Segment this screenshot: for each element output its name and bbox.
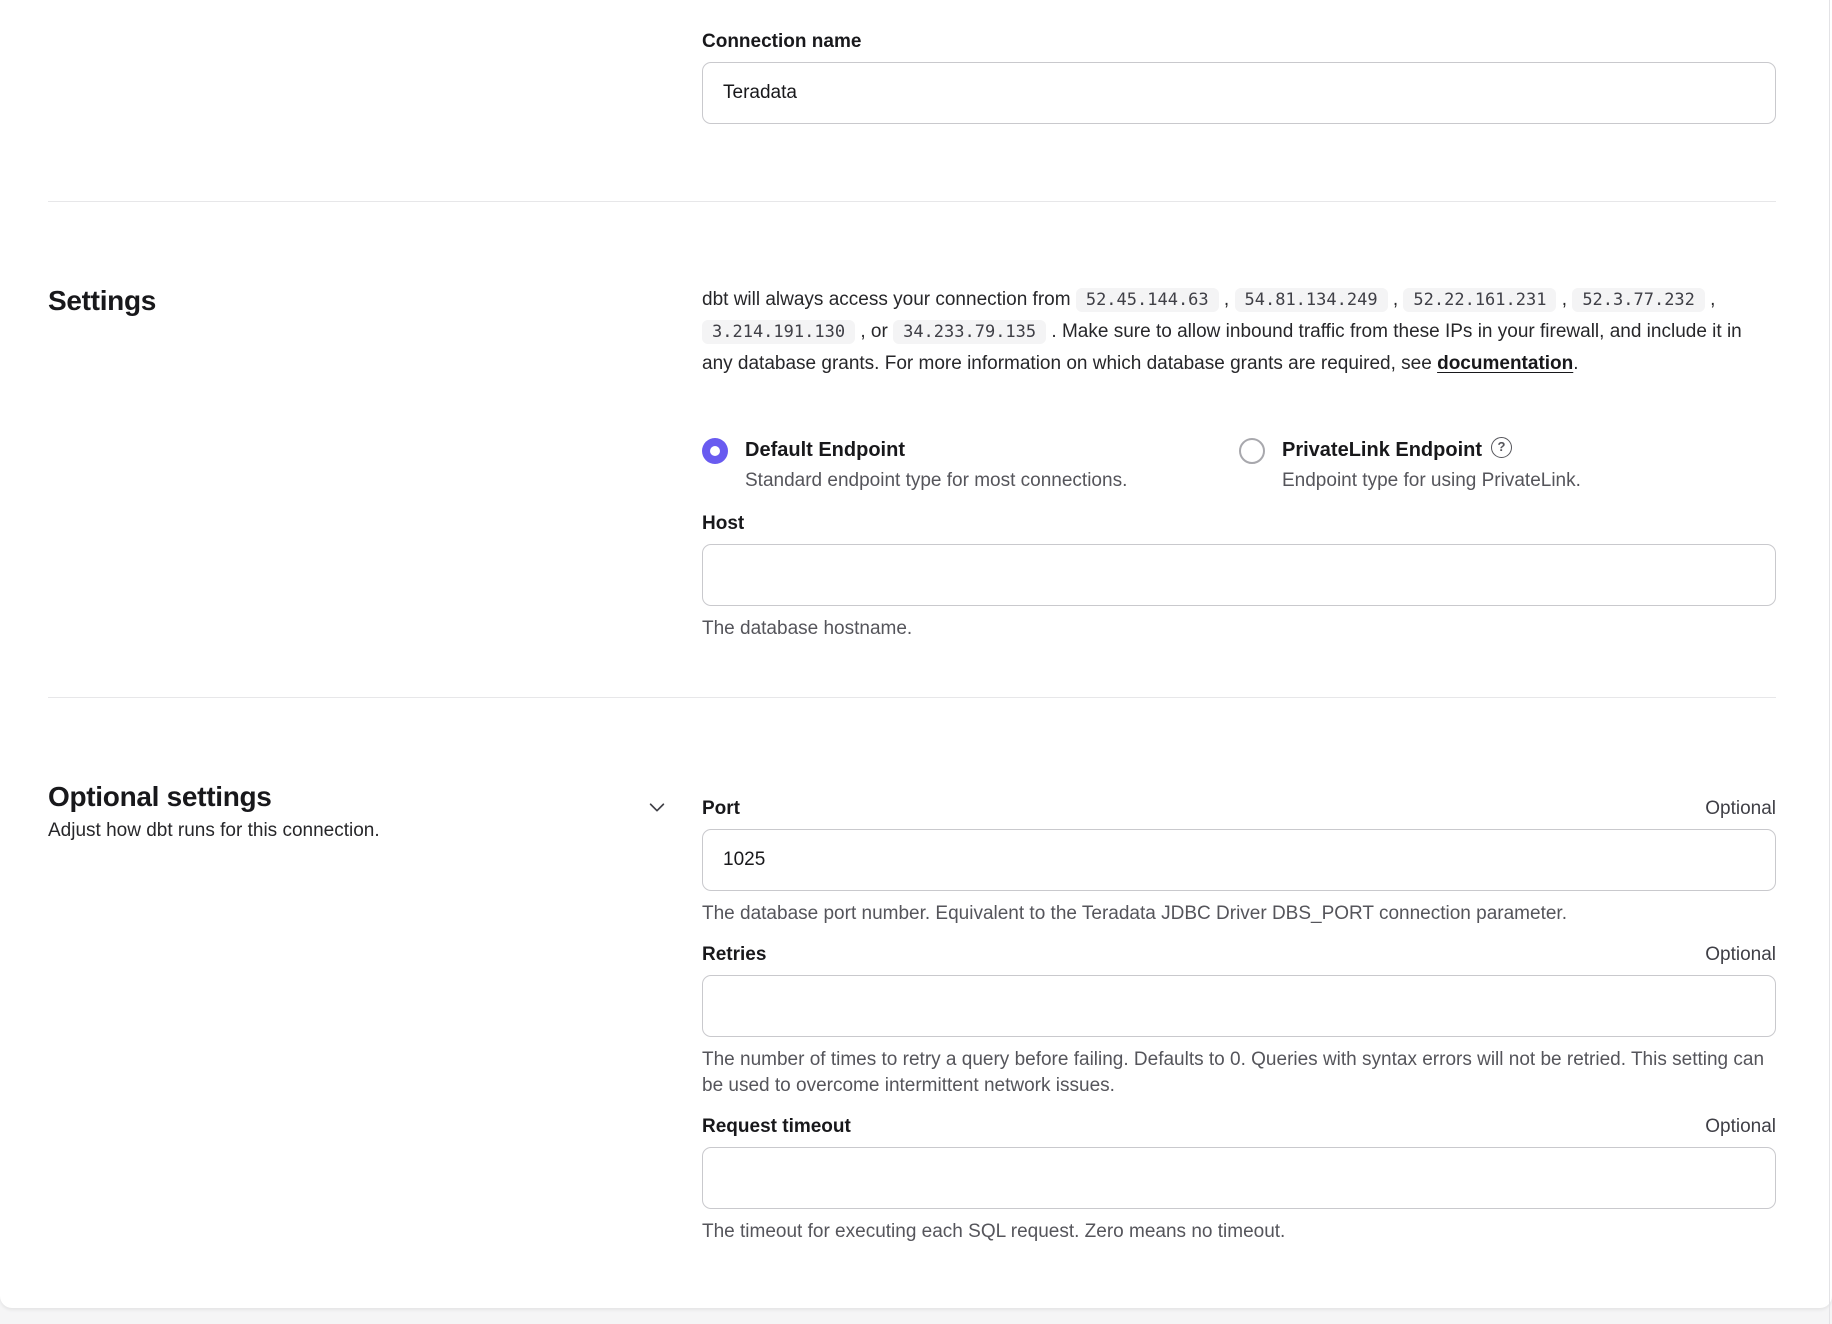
radio-default-endpoint[interactable]: Default Endpoint Standard endpoint type … (702, 437, 1239, 494)
port-optional-badge: Optional (1705, 798, 1776, 820)
request-timeout-help-text: The timeout for executing each SQL reque… (702, 1219, 1776, 1245)
ip-address-chip: 52.22.161.231 (1403, 288, 1556, 312)
port-field: Port Optional The database port number. … (702, 797, 1776, 927)
ip-address-chip: 54.81.134.249 (1235, 288, 1388, 312)
retries-field: Retries Optional The number of times to … (702, 943, 1776, 1099)
retries-label-row: Retries Optional (702, 943, 1776, 967)
retries-optional-badge: Optional (1705, 944, 1776, 966)
settings-form-col: dbt will always access your connection f… (702, 284, 1776, 642)
question-circle-icon[interactable]: ? (1491, 437, 1512, 458)
endpoint-radio-group: Default Endpoint Standard endpoint type … (702, 437, 1776, 494)
port-input[interactable] (702, 829, 1776, 891)
retries-input[interactable] (702, 975, 1776, 1037)
connection-name-field: Connection name (702, 30, 1776, 124)
radio-unselected-icon[interactable] (1239, 438, 1265, 464)
host-input[interactable] (702, 544, 1776, 606)
connection-name-section: Connection name (0, 0, 1832, 201)
radio-privatelink-endpoint[interactable]: PrivateLink Endpoint ? Endpoint type for… (1239, 437, 1776, 494)
host-field: Host The database hostname. (702, 512, 1776, 642)
ip-address-chip: 52.3.77.232 (1572, 288, 1705, 312)
optional-settings-section: Optional settings Adjust how dbt runs fo… (0, 698, 1832, 1257)
ip-address-chip: 34.233.79.135 (893, 320, 1046, 344)
ip-address-chip: 3.214.191.130 (702, 320, 855, 344)
request-timeout-label: Request timeout (702, 1115, 851, 1139)
retries-label: Retries (702, 943, 766, 967)
connection-name-label: Connection name (702, 30, 1776, 54)
radio-privatelink-endpoint-texts: PrivateLink Endpoint ? Endpoint type for… (1282, 437, 1581, 494)
connection-name-input[interactable] (702, 62, 1776, 124)
optional-settings-heading: Optional settings (48, 780, 380, 814)
settings-section: Settings dbt will always access your con… (0, 202, 1832, 697)
chevron-down-icon (646, 796, 668, 818)
request-timeout-field: Request timeout Optional The timeout for… (702, 1115, 1776, 1245)
host-label: Host (702, 512, 1776, 536)
radio-privatelink-endpoint-label-text: PrivateLink Endpoint (1282, 437, 1482, 463)
radio-privatelink-endpoint-description: Endpoint type for using PrivateLink. (1282, 468, 1581, 494)
settings-heading: Settings (48, 284, 668, 318)
radio-selected-icon[interactable] (702, 438, 728, 464)
retries-help-text: The number of times to retry a query bef… (702, 1047, 1776, 1099)
documentation-link[interactable]: documentation (1437, 353, 1573, 374)
ip-address-chip: 52.45.144.63 (1076, 288, 1219, 312)
optional-settings-form-col: Port Optional The database port number. … (702, 797, 1776, 1245)
optional-settings-heading-block: Optional settings Adjust how dbt runs fo… (48, 780, 380, 844)
radio-default-endpoint-label: Default Endpoint (745, 437, 1127, 463)
radio-default-endpoint-texts: Default Endpoint Standard endpoint type … (745, 437, 1127, 494)
radio-privatelink-endpoint-label: PrivateLink Endpoint ? (1282, 437, 1581, 463)
port-help-text: The database port number. Equivalent to … (702, 901, 1776, 927)
port-label-row: Port Optional (702, 797, 1776, 821)
optional-settings-subheading: Adjust how dbt runs for this connection. (48, 818, 380, 844)
port-label: Port (702, 797, 740, 821)
request-timeout-optional-badge: Optional (1705, 1116, 1776, 1138)
ip-notice: dbt will always access your connection f… (702, 284, 1776, 379)
request-timeout-label-row: Request timeout Optional (702, 1115, 1776, 1139)
request-timeout-input[interactable] (702, 1147, 1776, 1209)
connection-settings-card: Connection name Settings dbt will always… (0, 0, 1832, 1308)
host-help-text: The database hostname. (702, 616, 1776, 642)
settings-heading-col: Settings (48, 284, 668, 642)
connection-name-left-spacer (48, 30, 668, 124)
optional-settings-heading-col: Optional settings Adjust how dbt runs fo… (48, 780, 668, 1245)
right-edge-border (1829, 0, 1830, 1324)
collapse-section-button[interactable] (646, 796, 668, 818)
radio-default-endpoint-description: Standard endpoint type for most connecti… (745, 468, 1127, 494)
